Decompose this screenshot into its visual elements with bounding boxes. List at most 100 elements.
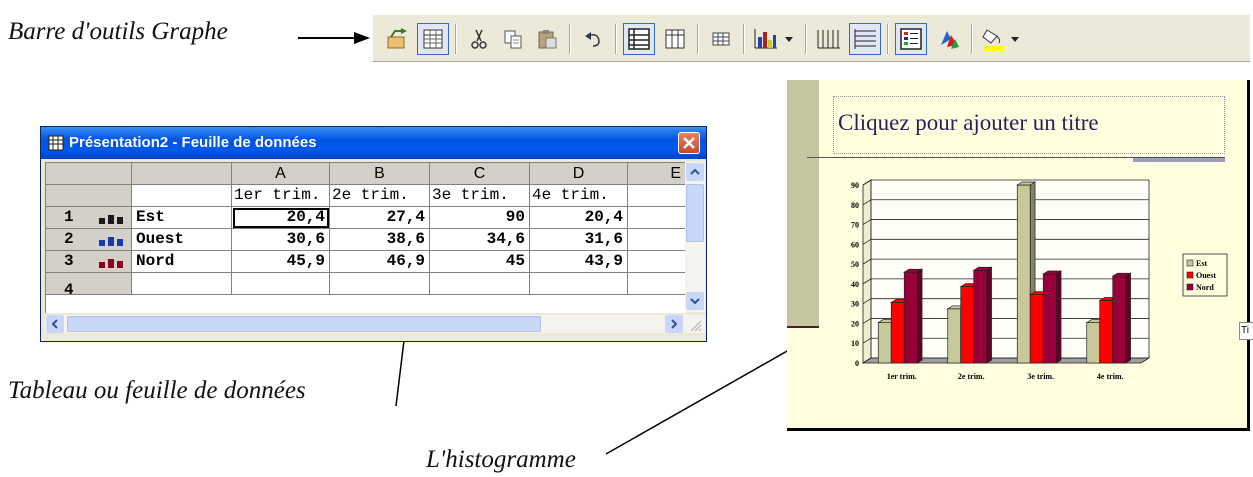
x-tick-label: 3e trim. [1027, 372, 1054, 381]
table-cell[interactable]: 2e trim. [330, 185, 430, 207]
bar-ouest-1 [890, 302, 905, 364]
datasheet-window: Présentation2 - Feuille de données A B C… [40, 126, 707, 342]
row-number: 2 [64, 230, 74, 248]
cut-icon[interactable] [463, 23, 495, 55]
datasheet-title-bar[interactable]: Présentation2 - Feuille de données [41, 127, 706, 159]
column-header-c[interactable]: C [430, 163, 530, 185]
scroll-left-button[interactable] [46, 315, 64, 333]
table-cell[interactable]: Nord [132, 251, 232, 273]
view-datasheet-icon[interactable] [417, 23, 449, 55]
table-cell[interactable] [628, 207, 686, 229]
chart-annotation: L'histogramme [426, 446, 576, 473]
slide-title-placeholder[interactable]: Cliquez pour ajouter un titre [833, 96, 1225, 154]
table-cell[interactable]: 4e trim. [530, 185, 628, 207]
vertical-scroll-thumb[interactable] [686, 184, 704, 242]
bar-est-2 [947, 308, 962, 364]
side-tab: Ti [1239, 322, 1253, 340]
table-cell[interactable]: Ouest [132, 229, 232, 251]
scroll-down-button[interactable] [686, 292, 704, 310]
chart-type-icon[interactable] [751, 23, 797, 55]
row-number: 4 [64, 281, 74, 295]
column-header-b[interactable]: B [330, 163, 430, 185]
series-bar-icon [99, 237, 123, 246]
legend-swatch [1186, 283, 1194, 291]
scroll-up-button[interactable] [686, 163, 704, 181]
y-tick-label: 80 [851, 201, 859, 210]
bar-est-4 [1086, 322, 1101, 364]
table-cell[interactable] [132, 273, 232, 295]
chevron-left-icon [51, 319, 58, 329]
table-cell[interactable] [628, 185, 686, 207]
undo-icon[interactable] [577, 23, 609, 55]
table-cell[interactable] [330, 273, 430, 295]
legend-label: Ouest [1196, 271, 1216, 280]
bar-ouest-2 [960, 286, 975, 364]
bar-side [986, 266, 992, 364]
table-cell[interactable] [530, 273, 628, 295]
resize-grip-icon[interactable] [687, 317, 703, 333]
table-cell[interactable] [628, 251, 686, 273]
horizontal-scroll-thumb[interactable] [67, 316, 541, 332]
row-header[interactable]: 4 [46, 273, 132, 295]
table-cell[interactable]: 38,6 [330, 229, 430, 251]
bar-side [1125, 272, 1131, 364]
table-cell[interactable]: 3e trim. [430, 185, 530, 207]
column-header-d[interactable]: D [530, 163, 628, 185]
close-icon [683, 137, 695, 149]
datasheet-app-icon [48, 135, 64, 151]
drawing-icon[interactable] [933, 23, 965, 55]
bar-side [916, 268, 923, 364]
table-cell[interactable]: 46,9 [330, 251, 430, 273]
corner-cell[interactable] [46, 163, 132, 185]
copy-icon[interactable] [497, 23, 529, 55]
vertical-scrollbar[interactable] [685, 162, 705, 312]
paste-icon[interactable] [531, 23, 563, 55]
label-column-header[interactable] [132, 163, 232, 185]
legend-label: Nord [1196, 283, 1214, 292]
bar-nord-3 [1042, 273, 1057, 364]
row-header[interactable]: 3 [46, 251, 132, 273]
import-file-icon[interactable] [381, 23, 413, 55]
table-cell[interactable] [628, 273, 686, 295]
category-gridlines-icon[interactable] [813, 23, 845, 55]
y-tick-label: 50 [851, 260, 859, 269]
table-cell[interactable] [430, 273, 530, 295]
table-cell[interactable] [232, 273, 330, 295]
y-tick-label: 20 [851, 319, 859, 328]
scroll-right-button[interactable] [665, 315, 683, 333]
legend-icon[interactable] [895, 23, 927, 55]
table-cell[interactable]: 45 [430, 251, 530, 273]
slide-side-band [787, 80, 819, 328]
table-cell[interactable] [628, 229, 686, 251]
close-button[interactable] [678, 132, 700, 154]
table-cell[interactable]: 45,9 [232, 251, 330, 273]
table-cell[interactable]: 43,9 [530, 251, 628, 273]
bar-chart[interactable]: 0 10 20 30 40 50 60 70 80 90 1er trim. 2e trim. 3e t… [821, 166, 1246, 386]
by-row-icon[interactable] [623, 23, 655, 55]
row-header[interactable]: 2 [46, 229, 132, 251]
table-cell[interactable]: 90 [430, 207, 530, 229]
table-cell[interactable]: 27,4 [330, 207, 430, 229]
table-cell[interactable]: 34,6 [430, 229, 530, 251]
column-header-e[interactable]: E [628, 163, 686, 185]
column-header-a[interactable]: A [232, 163, 330, 185]
table-cell[interactable]: 31,6 [530, 229, 628, 251]
table-cell[interactable]: 20,4 [530, 207, 628, 229]
table-cell[interactable]: Est [132, 207, 232, 229]
y-tick-label: 90 [851, 181, 859, 190]
data-table-icon[interactable] [705, 23, 737, 55]
horizontal-scrollbar[interactable] [45, 315, 705, 333]
chevron-right-icon [671, 319, 678, 329]
chart-side-wall [862, 179, 872, 364]
chevron-down-icon [690, 298, 700, 305]
table-cell[interactable] [132, 185, 232, 207]
fill-color-icon[interactable] [979, 23, 1025, 55]
table-cell[interactable]: 30,6 [232, 229, 330, 251]
table-cell[interactable]: 20,4 [232, 207, 330, 229]
value-gridlines-icon[interactable] [849, 23, 881, 55]
legend-swatch [1186, 259, 1194, 267]
by-column-icon[interactable] [659, 23, 691, 55]
table-cell[interactable]: 1er trim. [232, 185, 330, 207]
row-header[interactable] [46, 185, 132, 207]
row-header[interactable]: 1 [46, 207, 132, 229]
